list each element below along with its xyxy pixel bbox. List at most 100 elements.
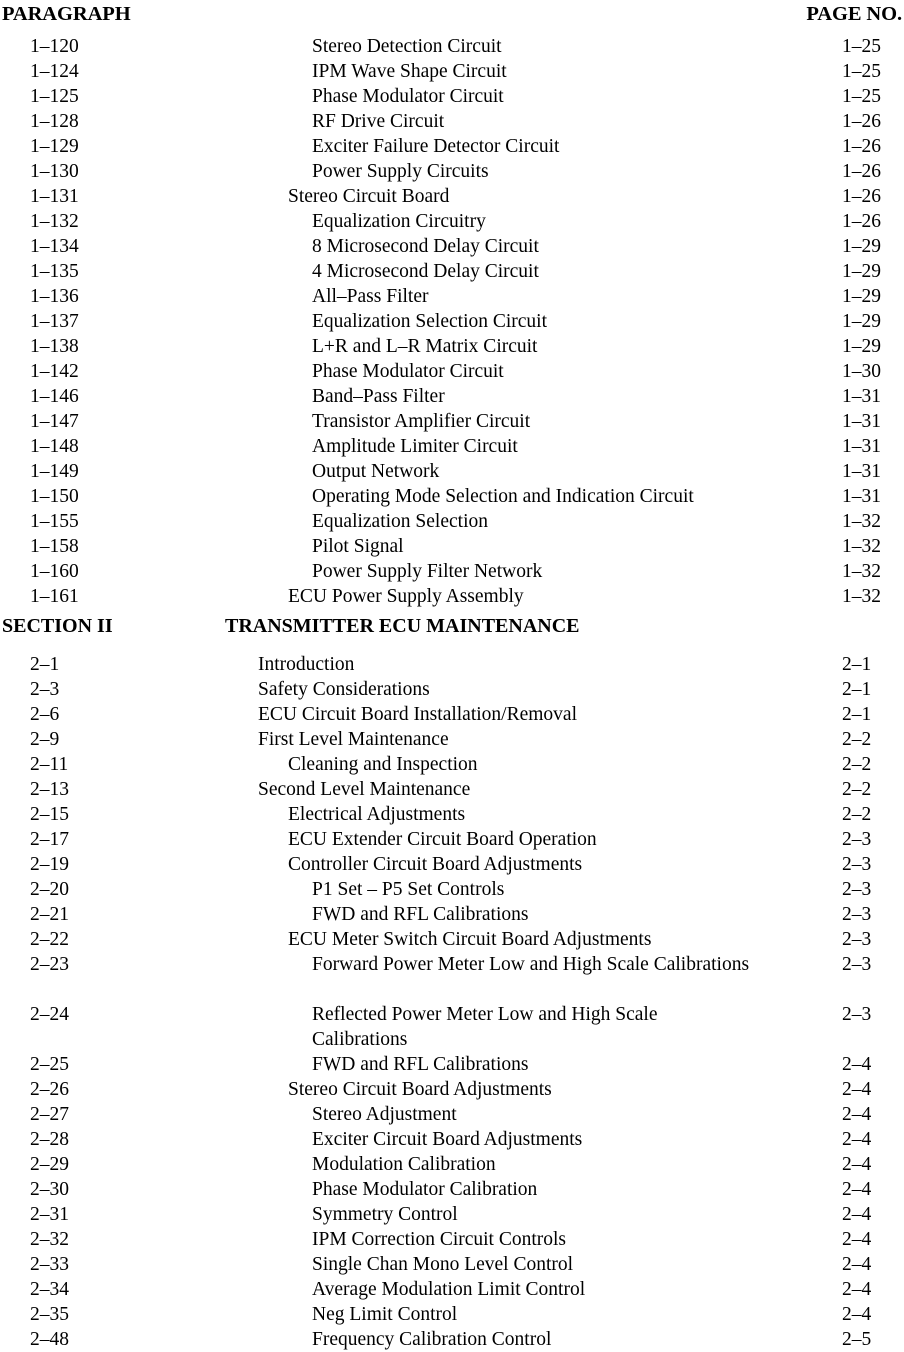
toc-entry-row[interactable]: 1–132 Equalization Circuitry 1–26 [0, 209, 904, 234]
toc-entry-row[interactable]: 1–148 Amplitude Limiter Circuit 1–31 [0, 434, 904, 459]
entry-title: IPM Wave Shape Circuit [312, 60, 507, 82]
entry-title: Safety Considerations [258, 678, 430, 700]
toc-entry-row[interactable]: 1–131 Stereo Circuit Board 1–26 [0, 184, 904, 209]
toc-entry-row[interactable]: 2–26 Stereo Circuit Board Adjustments 2–4 [0, 1077, 904, 1102]
entry-title: Second Level Maintenance [258, 778, 471, 800]
page-number: 1–29 [842, 310, 881, 332]
entry-title: Electrical Adjustments [288, 803, 466, 825]
toc-entry-row[interactable]: 2–29 Modulation Calibration 2–4 [0, 1152, 904, 1177]
page-number: 1–31 [842, 435, 881, 457]
toc-entry-row[interactable]: 1–137 Equalization Selection Circuit 1–29 [0, 309, 904, 334]
toc-entry-row[interactable]: 1–136 All–Pass Filter 1–29 [0, 284, 904, 309]
toc-entry-row[interactable]: 2–30 Phase Modulator Calibration 2–4 [0, 1177, 904, 1202]
paragraph-number: 1–135 [30, 260, 79, 282]
toc-entry-row[interactable]: 2–3 Safety Considerations 2–1 [0, 677, 904, 702]
toc-entry-row[interactable]: 1–130 Power Supply Circuits 1–26 [0, 159, 904, 184]
toc-entry-row[interactable]: 2–27 Stereo Adjustment 2–4 [0, 1102, 904, 1127]
toc-entry-row[interactable]: 1–142 Phase Modulator Circuit 1–30 [0, 359, 904, 384]
toc-entry-row[interactable]: 1–125 Phase Modulator Circuit 1–25 [0, 84, 904, 109]
paragraph-number: 2–48 [30, 1328, 69, 1350]
toc-entry-row[interactable]: 1–161 ECU Power Supply Assembly 1–32 [0, 584, 904, 609]
toc-entry-row[interactable]: 2–15 Electrical Adjustments 2–2 [0, 802, 904, 827]
toc-entry-row[interactable]: 1–124 IPM Wave Shape Circuit 1–25 [0, 59, 904, 84]
page-number: 2–4 [842, 1228, 872, 1250]
toc-entry-row[interactable]: 1–160 Power Supply Filter Network 1–32 [0, 559, 904, 584]
toc-entry-row[interactable]: 2–6 ECU Circuit Board Installation/Remova… [0, 702, 904, 727]
toc-entry-row[interactable]: 1–155 Equalization Selection 1–32 [0, 509, 904, 534]
toc-entry-row[interactable]: 1–146 Band–Pass Filter 1–31 [0, 384, 904, 409]
paragraph-number: 2–6 [30, 703, 60, 725]
paragraph-number: 2–13 [30, 778, 69, 800]
page-number: 2–3 [842, 903, 872, 925]
toc-entry-row[interactable]: 2–19 Controller Circuit Board Adjustments… [0, 852, 904, 877]
page-number: 2–3 [842, 928, 872, 950]
toc-entry-row[interactable]: 2–22 ECU Meter Switch Circuit Board Adjus… [0, 927, 904, 952]
page-number: 2–2 [842, 753, 872, 775]
toc-entry-row[interactable]: 2–9 First Level Maintenance 2–2 [0, 727, 904, 752]
toc-entry-row[interactable]: 2–21 FWD and RFL Calibrations 2–3 [0, 902, 904, 927]
entry-title: Phase Modulator Calibration [312, 1178, 538, 1200]
toc-entry-row[interactable]: 2–25 FWD and RFL Calibrations 2–4 [0, 1052, 904, 1077]
toc-entry-row[interactable]: 2–48 Frequency Calibration Control 2–5 [0, 1327, 904, 1352]
toc-entry-row[interactable]: 2–34 Average Modulation Limit Control 2–4 [0, 1277, 904, 1302]
page-number: 2–4 [842, 1203, 872, 1225]
toc-entry-row[interactable]: 1–129 Exciter Failure Detector Circuit 1–2… [0, 134, 904, 159]
toc-entry-row[interactable]: 1–134 8 Microsecond Delay Circuit 1–29 [0, 234, 904, 259]
toc-entry-row[interactable]: 2–13 Second Level Maintenance 2–2 [0, 777, 904, 802]
toc-entry-row[interactable]: 1–135 4 Microsecond Delay Circuit 1–29 [0, 259, 904, 284]
toc-entry-row[interactable]: 1–150 Operating Mode Selection and Indica… [0, 484, 904, 509]
toc-entry-row[interactable]: 2–32 IPM Correction Circuit Controls 2–4 [0, 1227, 904, 1252]
toc-entry-row[interactable]: 2–11 Cleaning and Inspection 2–2 [0, 752, 904, 777]
page-number: 1–31 [842, 485, 881, 507]
toc-entry-row[interactable]: 2–1 Introduction 2–1 [0, 652, 904, 677]
entry-title: Introduction [258, 653, 355, 675]
toc-entry-row[interactable]: 2–24 Reflected Power Meter Low and High S… [0, 1002, 904, 1052]
entry-title: Power Supply Circuits [312, 160, 489, 182]
toc-entry-row[interactable]: 1–138 L+R and L–R Matrix Circuit 1–29 [0, 334, 904, 359]
entry-title: Band–Pass Filter [312, 385, 445, 407]
toc-entry-row[interactable]: 2–23 Forward Power Meter Low and High Sca… [0, 952, 904, 1002]
toc-entries-section-1: 1–120 Stereo Detection Circuit 1–25 1–124 IP… [0, 34, 904, 609]
toc-entry-row[interactable]: 2–28 Exciter Circuit Board Adjustments 2–4 [0, 1127, 904, 1152]
paragraph-number: 2–33 [30, 1253, 69, 1275]
toc-entry-row[interactable]: 1–149 Output Network 1–31 [0, 459, 904, 484]
paragraph-number: 1–130 [30, 160, 79, 182]
entry-title: Pilot Signal [312, 535, 404, 557]
paragraph-number: 2–29 [30, 1153, 69, 1175]
page-number: 2–4 [842, 1253, 872, 1275]
paragraph-number: 1–146 [30, 385, 79, 407]
page-number: 2–5 [842, 1328, 872, 1350]
toc-entry-row[interactable]: 1–147 Transistor Amplifier Circuit 1–31 [0, 409, 904, 434]
toc-entry-row[interactable]: 2–20 P1 Set – P5 Set Controls 2–3 [0, 877, 904, 902]
entry-title: 4 Microsecond Delay Circuit [312, 260, 539, 282]
page-number: 2–4 [842, 1303, 872, 1325]
entry-title: All–Pass Filter [312, 285, 429, 307]
entry-title: Amplitude Limiter Circuit [312, 435, 518, 457]
paragraph-number: 2–35 [30, 1303, 69, 1325]
entry-title: Transistor Amplifier Circuit [312, 410, 531, 432]
page-number: 2–4 [842, 1153, 872, 1175]
toc-entry-row[interactable]: 2–31 Symmetry Control 2–4 [0, 1202, 904, 1227]
toc-entry-row[interactable]: 1–158 Pilot Signal 1–32 [0, 534, 904, 559]
entry-title: Stereo Detection Circuit [312, 35, 502, 57]
page-number: 2–1 [842, 678, 872, 700]
toc-entries-section-2: 2–1 Introduction 2–1 2–3 Safety Consideratio… [0, 652, 904, 1352]
toc-entry-row[interactable]: 1–120 Stereo Detection Circuit 1–25 [0, 34, 904, 59]
toc-entry-row[interactable]: 2–17 ECU Extender Circuit Board Operation… [0, 827, 904, 852]
entry-title: Equalization Circuitry [312, 210, 486, 232]
paragraph-number: 1–148 [30, 435, 79, 457]
entry-title: Controller Circuit Board Adjustments [288, 853, 583, 875]
toc-entry-row[interactable]: 1–128 RF Drive Circuit 1–26 [0, 109, 904, 134]
paragraph-number: 1–158 [30, 535, 79, 557]
entry-title: L+R and L–R Matrix Circuit [312, 335, 538, 357]
paragraph-number: 2–24 [30, 1003, 69, 1025]
page-number: 2–2 [842, 778, 872, 800]
page-number: 1–29 [842, 235, 881, 257]
toc-entry-row[interactable]: 2–35 Neg Limit Control 2–4 [0, 1302, 904, 1327]
page-number: 2–4 [842, 1053, 872, 1075]
toc-entry-row[interactable]: 2–33 Single Chan Mono Level Control 2–4 [0, 1252, 904, 1277]
entry-title: ECU Meter Switch Circuit Board Adjustmen… [288, 928, 652, 950]
page-column-header: PAGE NO. [806, 3, 902, 25]
page-number: 2–1 [842, 653, 872, 675]
entry-title: ECU Power Supply Assembly [288, 585, 524, 607]
